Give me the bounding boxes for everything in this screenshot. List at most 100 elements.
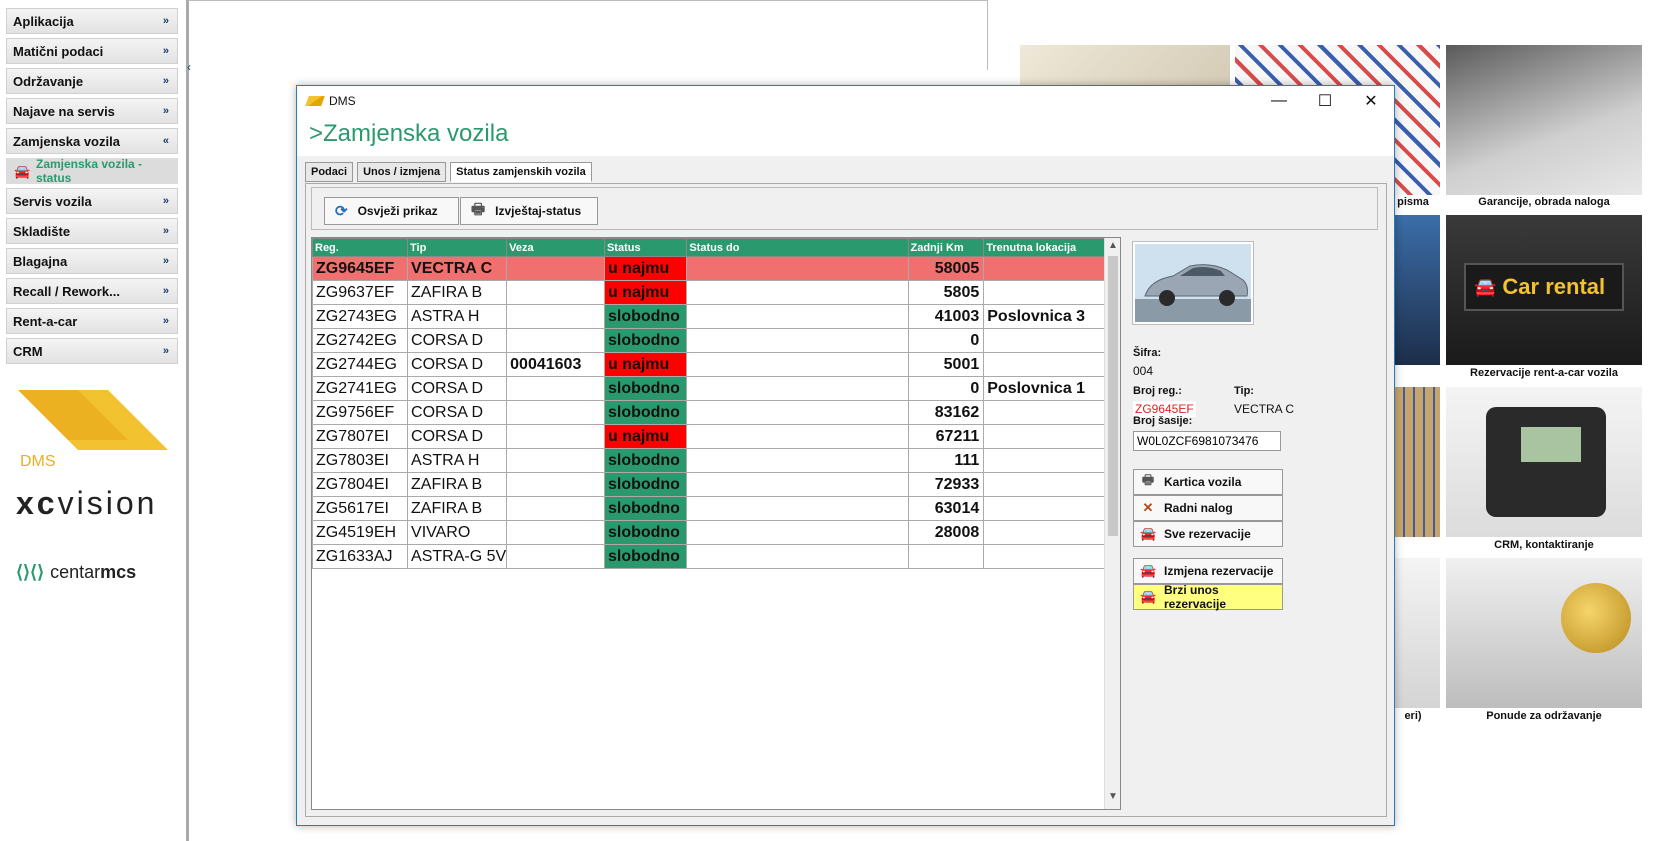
scroll-down-icon[interactable]: ▼ [1105, 791, 1121, 807]
cell-reg: ZG2742EG [311, 328, 409, 353]
cell-lokacija [983, 328, 1120, 353]
tile-calendar[interactable] [1395, 558, 1440, 708]
sve-rezervacije-button[interactable]: 🚘 Sve rezervacije [1133, 521, 1283, 547]
table-row[interactable]: ZG9756EF CORSA D slobodno 83162 [311, 400, 1120, 425]
car-rental-sign: 🚘 Car rental [1464, 263, 1624, 311]
cell-reg: ZG9637EF [311, 280, 409, 305]
tile-caption-garancije: Garancije, obrada naloga [1478, 196, 1610, 208]
column-header-status[interactable]: Status [603, 238, 688, 257]
cell-zadnji-km: 111 [907, 448, 985, 473]
scroll-up-icon[interactable]: ▲ [1105, 240, 1121, 256]
brzi-unos-rezervacije-label: Brzi unos rezervacije [1164, 583, 1227, 611]
cell-tip: CORSA D [407, 352, 508, 377]
sasija-field[interactable]: W0L0ZCF6981073476 [1133, 431, 1281, 451]
maximize-button[interactable]: ☐ [1302, 86, 1348, 116]
table-row[interactable]: ZG7803EI ASTRA H slobodno 111 [311, 448, 1120, 473]
sidebar-item-zamjenska-vozila[interactable]: Zamjenska vozila « [6, 128, 178, 154]
close-button[interactable]: ✕ [1348, 86, 1394, 116]
izmjena-rezervacije-button[interactable]: 🚘 Izmjena rezervacije [1133, 558, 1283, 584]
tile-service[interactable] [1395, 215, 1440, 365]
tile-car-rental[interactable]: 🚘 Car rental [1446, 215, 1642, 365]
sidebar-item-blagajna[interactable]: Blagajna » [6, 248, 178, 274]
table-row[interactable]: ZG7807EI CORSA D u najmu 67211 [311, 424, 1120, 449]
table-row[interactable]: ZG2744EG CORSA D 00041603 u najmu 5001 [311, 352, 1120, 377]
column-header-lokacija[interactable]: Trenutna lokacija [983, 238, 1120, 257]
sidebar-subitem-zamjenska-vozila-status[interactable]: 🚘 Zamjenska vozila - status [6, 157, 178, 185]
column-header-veza[interactable]: Veza [506, 238, 605, 257]
cell-status-do [686, 352, 909, 377]
tile-warehouse[interactable] [1395, 387, 1440, 537]
report-button[interactable]: 🖶 Izvještaj-status [460, 197, 598, 225]
tile-caption-eri: eri) [1404, 710, 1422, 722]
centarmcs-mark-icon: ⟨⟩⟨⟩ [16, 562, 45, 582]
sidebar-item-skladiste[interactable]: Skladište » [6, 218, 178, 244]
sidebar-item-aplikacija[interactable]: Aplikacija » [6, 8, 178, 34]
scroll-thumb[interactable] [1108, 256, 1118, 536]
table-row[interactable]: ZG9645EF VECTRA C u najmu 58005 [311, 256, 1120, 281]
vehicle-details: Šifra: 004 Broj reg.: ZG9645EF Tip: VECT… [1132, 237, 1383, 637]
tile-ponude[interactable] [1446, 558, 1642, 708]
cell-status-do [686, 472, 909, 497]
kartica-vozila-label: Kartica vozila [1164, 475, 1242, 489]
centarmcs-logo: ⟨⟩⟨⟩ centar mcs [16, 562, 137, 582]
sidebar-item-servis-vozila[interactable]: Servis vozila » [6, 188, 178, 214]
table-row[interactable]: ZG5617EI ZAFIRA B slobodno 63014 [311, 496, 1120, 521]
table-row[interactable]: ZG7804EI ZAFIRA B slobodno 72933 [311, 472, 1120, 497]
sidebar-item-label: CRM [13, 343, 43, 359]
cell-status: slobodno [603, 304, 688, 329]
tab-podaci[interactable]: Podaci [305, 162, 354, 182]
window-titlebar[interactable]: DMS — ☐ ✕ [297, 86, 1394, 116]
cell-reg: ZG9756EF [311, 400, 409, 425]
tile-garancije[interactable] [1446, 45, 1642, 195]
minimize-button[interactable]: — [1256, 86, 1302, 116]
refresh-button[interactable]: ⟳ Osvježi prikaz [324, 197, 459, 225]
radni-nalog-button[interactable]: ✕ Radni nalog [1133, 495, 1283, 521]
sidebar-item-odrzavanje[interactable]: Održavanje » [6, 68, 178, 94]
cell-status: u najmu [603, 256, 688, 281]
cell-tip: ASTRA-G 5V [407, 544, 508, 569]
window-controls: — ☐ ✕ [1256, 86, 1394, 116]
tab-unos-izmjena[interactable]: Unos / izmjena [357, 162, 447, 182]
tile-crm[interactable] [1446, 387, 1642, 537]
cell-zadnji-km: 72933 [907, 472, 985, 497]
cell-lokacija [983, 448, 1120, 473]
sidebar-item-maticni-podaci[interactable]: Matični podaci » [6, 38, 178, 64]
column-header-zadnji-km[interactable]: Zadnji Km [907, 238, 985, 257]
car-icon: 🚘 [14, 164, 31, 179]
tip-value: VECTRA C [1234, 402, 1295, 416]
sidebar-item-label: Recall / Rework... [13, 283, 120, 299]
toolbar: ⟳ Osvježi prikaz 🖶 Izvještaj-status [311, 187, 1378, 230]
tab-status-zamjenskih-vozila[interactable]: Status zamjenskih vozila [450, 162, 592, 182]
brzi-unos-rezervacije-button[interactable]: 🚘 Brzi unos rezervacije [1133, 583, 1283, 611]
table-row[interactable]: ZG2742EG CORSA D slobodno 0 [311, 328, 1120, 353]
column-header-tip[interactable]: Tip [407, 238, 508, 257]
grid-scrollbar[interactable]: ▲ ▼ [1104, 238, 1120, 809]
table-row[interactable]: ZG2743EG ASTRA H slobodno 41003 Poslovnica 3 [311, 304, 1120, 329]
sidebar-subitem-label: Zamjenska vozila - status [36, 157, 143, 185]
chevron-down-icon: » [162, 345, 169, 357]
sve-rezervacije-label: Sve rezervacije [1164, 527, 1251, 541]
column-header-reg[interactable]: Reg. [311, 238, 409, 257]
table-row[interactable]: ZG2741EG CORSA D slobodno 0 Poslovnica 1 [311, 376, 1120, 401]
sidebar-item-crm[interactable]: CRM » [6, 338, 178, 364]
sidebar-item-rent-a-car[interactable]: Rent-a-car » [6, 308, 178, 334]
cell-zadnji-km: 28008 [907, 520, 985, 545]
kartica-vozila-button[interactable]: 🖶 Kartica vozila [1133, 469, 1283, 495]
cell-zadnji-km: 67211 [907, 424, 985, 449]
table-row[interactable]: ZG4519EH VIVARO slobodno 28008 [311, 520, 1120, 545]
table-row[interactable]: ZG1633AJ ASTRA-G 5V slobodno [311, 544, 1120, 569]
dms-logo-text: DMS [20, 453, 56, 470]
collapse-left-icon[interactable]: ‹ [187, 60, 191, 74]
cell-reg: ZG5617EI [311, 496, 409, 521]
table-row[interactable]: ZG9637EF ZAFIRA B u najmu 5805 [311, 280, 1120, 305]
sidebar-item-najave-na-servis[interactable]: Najave na servis » [6, 98, 178, 124]
phone-screen [1521, 427, 1581, 462]
cell-status: slobodno [603, 520, 688, 545]
sidebar-item-label: Održavanje [13, 73, 84, 89]
cell-status: slobodno [603, 376, 688, 401]
cell-status-do [686, 448, 909, 473]
sidebar-item-recall-rework[interactable]: Recall / Rework... » [6, 278, 178, 304]
vehicle-photo [1132, 241, 1254, 325]
column-header-status-do[interactable]: Status do [686, 238, 909, 257]
sidebar-item-label: Rent-a-car [13, 313, 78, 329]
